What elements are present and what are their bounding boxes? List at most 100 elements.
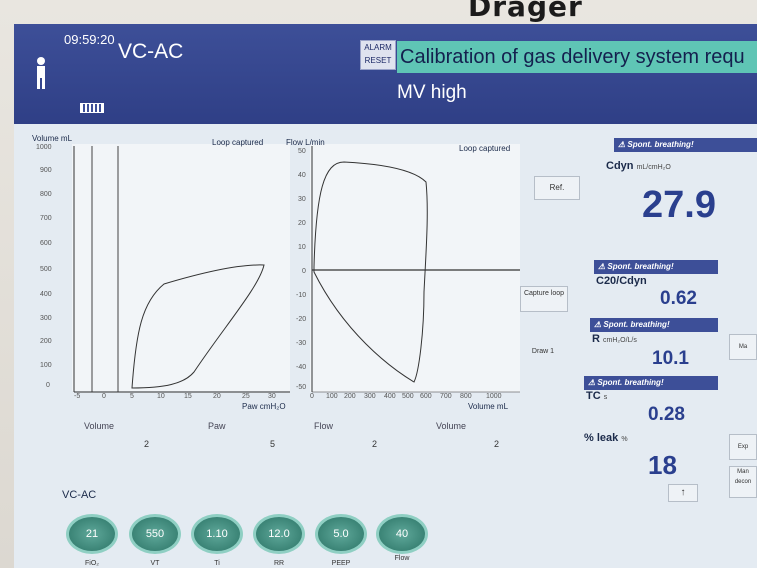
tile-name: Volume bbox=[84, 421, 115, 431]
fv-xtick: 100 bbox=[326, 393, 338, 400]
draw-button[interactable]: Draw 1 bbox=[520, 342, 566, 362]
pv-xtick: 15 bbox=[184, 393, 192, 400]
fv-ytick: -40 bbox=[296, 364, 307, 371]
pv-ytick: 900 bbox=[40, 167, 52, 174]
scroll-up-button[interactable]: ↑ bbox=[668, 484, 698, 502]
fv-ytick: 20 bbox=[298, 220, 306, 227]
knob-label: RR bbox=[273, 560, 285, 567]
tc-value: 0.28 bbox=[648, 404, 685, 425]
fv-ytick: 10 bbox=[298, 244, 306, 251]
battery-icon bbox=[80, 103, 104, 113]
vt-knob[interactable]: 550 bbox=[129, 514, 181, 554]
pv-xtick: -5 bbox=[74, 393, 81, 400]
pv-xtick: 25 bbox=[242, 393, 250, 400]
fv-loop-area bbox=[310, 144, 520, 392]
knob-label: PEEP bbox=[331, 560, 351, 567]
fv-ytick: -20 bbox=[296, 316, 307, 323]
fv-ytick: 50 bbox=[298, 148, 306, 155]
flow-knob[interactable]: 40 bbox=[376, 514, 428, 554]
param-name: C20/Cdyn bbox=[596, 275, 647, 287]
pv-ytick: 700 bbox=[40, 215, 52, 222]
param-warning: ⚠ Spont. breathing! bbox=[584, 376, 718, 390]
fv-xtick: 800 bbox=[460, 393, 472, 400]
c20-cdyn-value: 0.62 bbox=[660, 288, 697, 309]
fv-y-label: Flow L/min bbox=[286, 138, 325, 147]
pv-ytick: 500 bbox=[40, 266, 52, 273]
ref-button[interactable]: Ref. bbox=[534, 176, 580, 200]
fv-x-label: Volume mL bbox=[468, 402, 509, 411]
tile-name: Volume bbox=[436, 421, 467, 431]
edge-button[interactable]: Ma bbox=[729, 334, 757, 360]
fv-xtick: 700 bbox=[440, 393, 452, 400]
pv-xtick: 0 bbox=[102, 393, 106, 400]
param-name: % leak % bbox=[584, 432, 628, 444]
resistance-value: 10.1 bbox=[652, 348, 689, 369]
header-bar: 09:59:20 VC-AC ALARM RESET Calibration o… bbox=[14, 24, 757, 124]
alarm-message[interactable]: Calibration of gas delivery system requ bbox=[397, 41, 757, 73]
param-warning: ⚠ Spont. breathing! bbox=[590, 318, 718, 332]
cdyn-value: 27.9 bbox=[642, 184, 716, 226]
fv-xtick: 400 bbox=[384, 393, 396, 400]
patient-icon bbox=[37, 57, 45, 89]
ventilator-screen: 09:59:20 VC-AC ALARM RESET Calibration o… bbox=[14, 24, 757, 568]
ventilation-mode[interactable]: VC-AC bbox=[118, 40, 183, 64]
pv-xtick: 10 bbox=[157, 393, 165, 400]
pv-ytick: 800 bbox=[40, 191, 52, 198]
fv-ytick: -30 bbox=[296, 340, 307, 347]
alarm-secondary: MV high bbox=[397, 82, 467, 103]
fv-xtick: 0 bbox=[310, 393, 314, 400]
fv-ytick: 0 bbox=[302, 268, 306, 275]
tile-value: 2 bbox=[372, 439, 378, 449]
pv-ytick: 200 bbox=[40, 338, 52, 345]
tile-value: 5 bbox=[270, 439, 276, 449]
pv-xtick: 20 bbox=[213, 393, 221, 400]
tile-value: 2 bbox=[494, 439, 500, 449]
fv-ytick: -50 bbox=[296, 384, 307, 391]
pv-x-label: Paw cmH₂O bbox=[242, 402, 286, 411]
loop-graphs bbox=[72, 144, 520, 393]
leak-value: 18 bbox=[648, 450, 677, 480]
bottom-mode-label: VC-AC bbox=[62, 489, 97, 501]
pv-xtick: 30 bbox=[268, 393, 276, 400]
pv-status: Loop captured bbox=[212, 138, 264, 147]
fv-ytick: 30 bbox=[298, 196, 306, 203]
pv-ytick: 1000 bbox=[36, 144, 52, 151]
param-name: TC s bbox=[586, 390, 608, 402]
fv-ytick: -10 bbox=[296, 292, 307, 299]
edge-button[interactable]: Man decon bbox=[729, 466, 757, 498]
knob-label: FiO₂ bbox=[85, 560, 99, 567]
fio2-knob[interactable]: 21 bbox=[66, 514, 118, 554]
fv-xtick: 500 bbox=[402, 393, 414, 400]
pv-ytick: 400 bbox=[40, 291, 52, 298]
pv-ytick: 600 bbox=[40, 240, 52, 247]
alarm-reset-button[interactable]: ALARM RESET bbox=[360, 40, 396, 70]
param-name: R cmH₂O/L/s bbox=[592, 333, 637, 345]
capture-loop-button[interactable]: Capture loop bbox=[520, 286, 568, 312]
pv-ytick: 0 bbox=[46, 382, 50, 389]
fv-xtick: 600 bbox=[420, 393, 432, 400]
pv-xtick: 5 bbox=[130, 393, 134, 400]
rr-knob[interactable]: 12.0 bbox=[253, 514, 305, 554]
param-warning: ⚠ Spont. breathing! bbox=[614, 138, 757, 152]
edge-button[interactable]: Exp bbox=[729, 434, 757, 460]
fv-xtick: 200 bbox=[344, 393, 356, 400]
clock: 09:59:20 bbox=[64, 32, 115, 47]
fv-xtick: 1000 bbox=[486, 393, 502, 400]
param-warning: ⚠ Spont. breathing! bbox=[594, 260, 718, 274]
fv-ytick: 40 bbox=[298, 172, 306, 179]
peep-knob[interactable]: 5.0 bbox=[315, 514, 367, 554]
fv-status: Loop captured bbox=[459, 144, 511, 153]
pv-loop-area bbox=[72, 144, 290, 391]
ti-knob[interactable]: 1.10 bbox=[191, 514, 243, 554]
tile-value: 2 bbox=[144, 439, 150, 449]
knob-label: VT bbox=[150, 560, 160, 567]
tile-name: Paw bbox=[208, 421, 226, 431]
edge-buttons: Ma Exp Man decon bbox=[729, 284, 757, 524]
fv-xtick: 300 bbox=[364, 393, 376, 400]
param-name: Cdyn mL/cmH₂O bbox=[606, 160, 671, 172]
pv-ytick: 300 bbox=[40, 315, 52, 322]
tile-name: Flow bbox=[314, 421, 334, 431]
pv-ytick: 100 bbox=[40, 362, 52, 369]
knob-label: Flow bbox=[394, 555, 410, 562]
pv-y-label: Volume mL bbox=[32, 134, 73, 143]
